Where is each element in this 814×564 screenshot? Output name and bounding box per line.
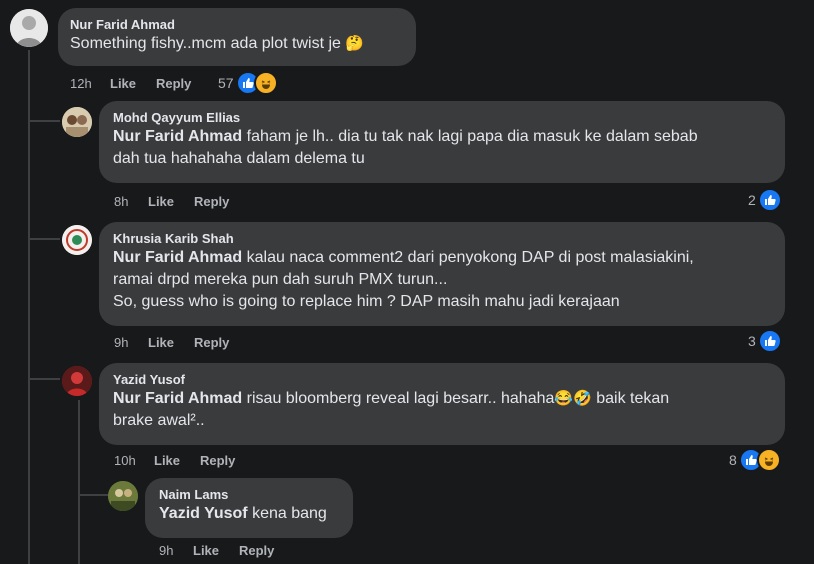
thumbs-up-icon bbox=[757, 188, 782, 212]
comment-text: Nur Farid Ahmad kalau naca comment2 dari… bbox=[113, 247, 773, 269]
comment-body-line1-tail: baik tekan bbox=[596, 390, 670, 407]
comment-body-line2: ramai drpd mereka pun dah suruh PMX turu… bbox=[113, 271, 448, 288]
reply-button[interactable]: Reply bbox=[156, 76, 191, 91]
like-button[interactable]: Like bbox=[148, 194, 194, 209]
laughing-emoji: 😂🤣 bbox=[554, 390, 592, 407]
comment-body-line3: So, guess who is going to replace him ? … bbox=[113, 293, 620, 310]
comment-body-line2: brake awal².. bbox=[113, 412, 205, 429]
comment-body-line1: kalau naca comment2 dari penyokong DAP d… bbox=[246, 249, 694, 266]
comment-text: Nur Farid Ahmad faham je lh.. dia tu tak… bbox=[113, 126, 773, 148]
reaction-count: 3 bbox=[748, 333, 756, 349]
thread-line-main bbox=[28, 50, 30, 564]
like-button[interactable]: Like bbox=[193, 543, 239, 558]
comment-actions: 9h Like Reply bbox=[159, 543, 274, 558]
mention-link[interactable]: Nur Farid Ahmad bbox=[113, 249, 242, 266]
reaction-count: 8 bbox=[729, 452, 737, 468]
thread-connector-4 bbox=[80, 494, 108, 496]
like-button[interactable]: Like bbox=[110, 76, 156, 91]
avatar[interactable] bbox=[62, 366, 92, 396]
like-button[interactable]: Like bbox=[148, 335, 194, 350]
thread-connector-2 bbox=[30, 238, 60, 240]
comment-author[interactable]: Khrusia Karib Shah bbox=[113, 230, 773, 247]
comment-body: Something fishy..mcm ada plot twist je bbox=[70, 35, 341, 52]
avatar[interactable] bbox=[62, 107, 92, 137]
avatar[interactable] bbox=[10, 9, 48, 47]
avatar[interactable] bbox=[108, 481, 138, 511]
reply-button[interactable]: Reply bbox=[239, 543, 274, 558]
thread-line-sub bbox=[78, 400, 80, 564]
reply-button[interactable]: Reply bbox=[194, 335, 229, 350]
comment-bubble: Naim Lams Yazid Yusof kena bang bbox=[145, 478, 353, 538]
reaction-summary[interactable]: 57 bbox=[218, 71, 278, 95]
thread-connector-3 bbox=[30, 378, 60, 380]
comment-actions: 12h Like Reply bbox=[70, 76, 191, 91]
timestamp[interactable]: 9h bbox=[159, 543, 193, 558]
comment-bubble: Yazid Yusof Nur Farid Ahmad risau bloomb… bbox=[99, 363, 785, 445]
reaction-summary[interactable]: 3 bbox=[748, 329, 782, 353]
comment-bubble: Mohd Qayyum Ellias Nur Farid Ahmad faham… bbox=[99, 101, 785, 183]
logo-avatar-icon bbox=[62, 225, 92, 255]
comment-body-line1: faham je lh.. dia tu tak nak lagi papa d… bbox=[246, 128, 698, 145]
comment-body-line2: dah tua hahahaha dalam delema tu bbox=[113, 150, 365, 167]
haha-icon bbox=[756, 448, 781, 472]
timestamp[interactable]: 8h bbox=[114, 194, 148, 209]
person-avatar-icon bbox=[62, 107, 92, 137]
avatar[interactable] bbox=[62, 225, 92, 255]
reaction-count: 57 bbox=[218, 75, 234, 91]
mention-link[interactable]: Yazid Yusof bbox=[159, 505, 248, 522]
comment-text: Yazid Yusof kena bang bbox=[159, 503, 341, 525]
reply-button[interactable]: Reply bbox=[200, 453, 235, 468]
reaction-summary[interactable]: 2 bbox=[748, 188, 782, 212]
timestamp[interactable]: 12h bbox=[70, 76, 110, 91]
like-button[interactable]: Like bbox=[154, 453, 200, 468]
comment-actions: 10h Like Reply bbox=[114, 453, 235, 468]
thumbs-up-icon bbox=[757, 329, 782, 353]
comment-bubble: Nur Farid Ahmad Something fishy..mcm ada… bbox=[58, 8, 416, 66]
thread-connector-1 bbox=[30, 120, 60, 122]
comment-body-line1: risau bloomberg reveal lagi besarr.. hah… bbox=[246, 390, 555, 407]
comment-actions: 9h Like Reply bbox=[114, 335, 229, 350]
comment-body: kena bang bbox=[252, 505, 327, 522]
comment-text: Something fishy..mcm ada plot twist je 🤔 bbox=[70, 33, 404, 55]
person-avatar-icon bbox=[62, 366, 92, 396]
comment-author[interactable]: Mohd Qayyum Ellias bbox=[113, 109, 773, 126]
reply-button[interactable]: Reply bbox=[194, 194, 229, 209]
person-avatar-icon bbox=[108, 481, 138, 511]
timestamp[interactable]: 10h bbox=[114, 453, 154, 468]
timestamp[interactable]: 9h bbox=[114, 335, 148, 350]
thinking-emoji: 🤔 bbox=[345, 35, 365, 52]
comment-actions: 8h Like Reply bbox=[114, 194, 229, 209]
mention-link[interactable]: Nur Farid Ahmad bbox=[113, 128, 242, 145]
mention-link[interactable]: Nur Farid Ahmad bbox=[113, 390, 242, 407]
haha-icon bbox=[253, 71, 278, 95]
comment-author[interactable]: Naim Lams bbox=[159, 486, 341, 503]
reaction-summary[interactable]: 8 bbox=[729, 448, 781, 472]
comment-bubble: Khrusia Karib Shah Nur Farid Ahmad kalau… bbox=[99, 222, 785, 326]
person-avatar-icon bbox=[10, 9, 48, 47]
reaction-count: 2 bbox=[748, 192, 756, 208]
comment-author[interactable]: Yazid Yusof bbox=[113, 371, 773, 388]
comment-author[interactable]: Nur Farid Ahmad bbox=[70, 16, 404, 33]
comment-text: Nur Farid Ahmad risau bloomberg reveal l… bbox=[113, 388, 773, 410]
